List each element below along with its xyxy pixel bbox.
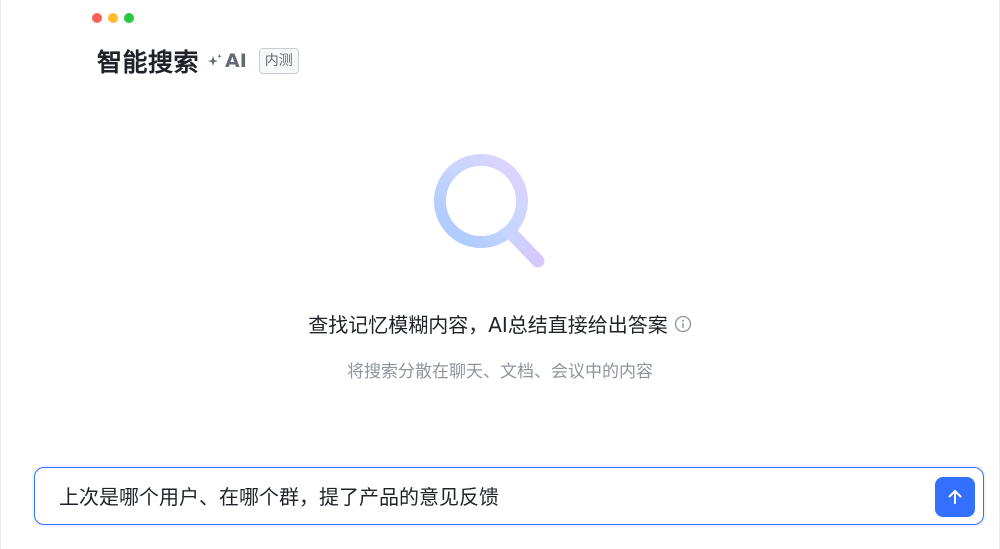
- page-header: 智能搜索 AI 内测: [97, 43, 299, 79]
- ai-label: AI: [225, 50, 247, 72]
- sparkle-icon: [208, 54, 222, 66]
- hero-headline-row: 查找记忆模糊内容，AI总结直接给出答案: [0, 309, 1000, 338]
- magnifier-icon: [434, 154, 545, 268]
- maximize-window-button[interactable]: [124, 13, 134, 23]
- window-controls: [92, 13, 134, 23]
- info-icon[interactable]: [674, 315, 692, 333]
- search-input[interactable]: [59, 468, 919, 523]
- close-window-button[interactable]: [92, 13, 102, 23]
- search-composer: [34, 467, 984, 525]
- ai-tag: AI: [207, 50, 247, 72]
- arrow-up-icon: [948, 490, 962, 504]
- page-title: 智能搜索: [97, 48, 200, 77]
- send-button[interactable]: [935, 477, 975, 517]
- beta-badge: 内测: [258, 48, 299, 74]
- hero-headline: 查找记忆模糊内容，AI总结直接给出答案: [308, 313, 668, 337]
- minimize-window-button[interactable]: [108, 13, 118, 23]
- hero-subline: 将搜索分散在聊天、文档、会议中的内容: [347, 362, 653, 382]
